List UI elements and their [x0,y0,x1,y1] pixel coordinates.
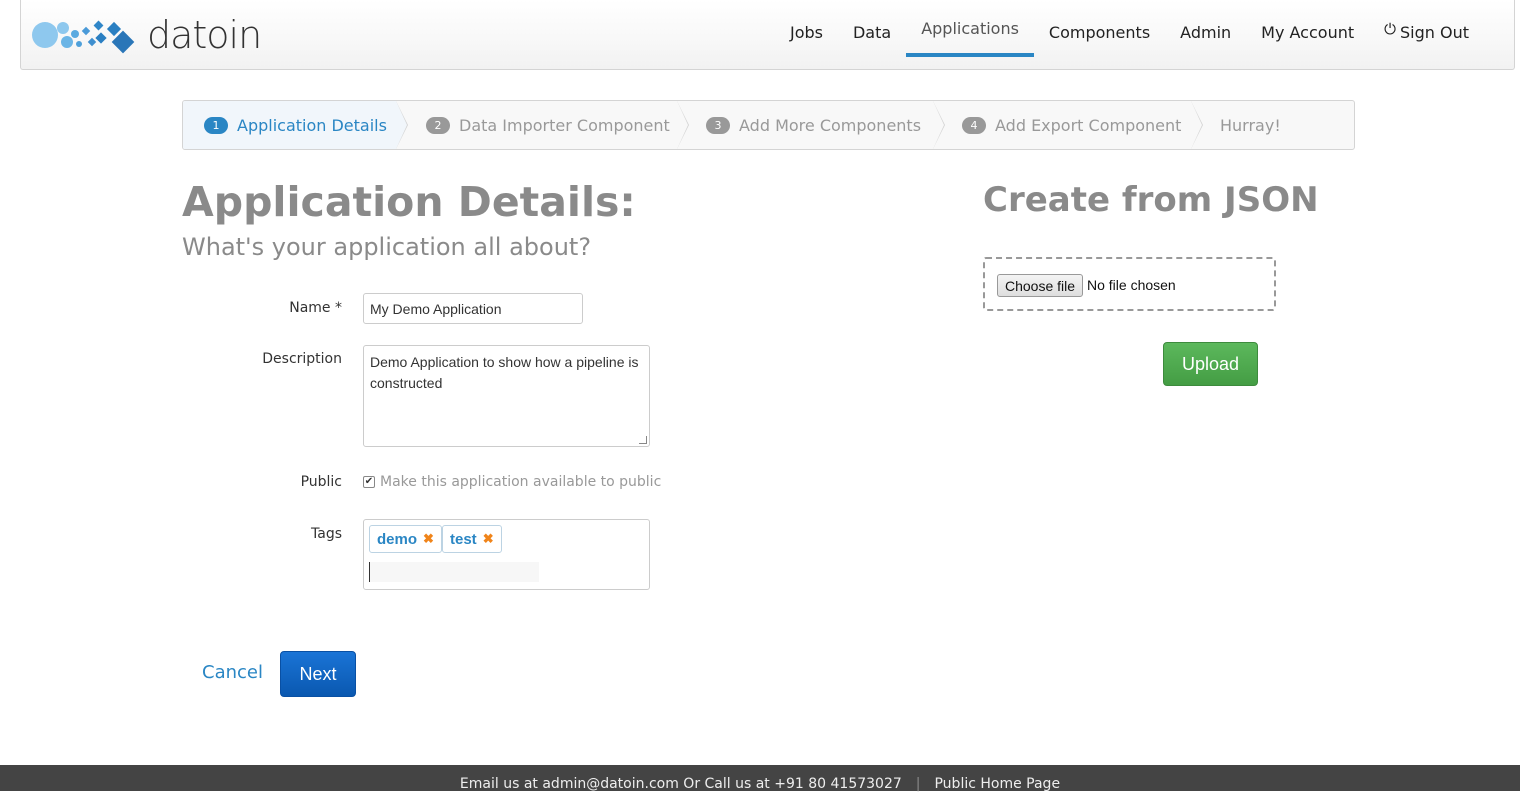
footer-separator: | [915,776,921,792]
tag-text-input[interactable] [369,562,539,582]
tag-label: demo [377,530,418,548]
upload-button[interactable]: Upload [1163,342,1258,386]
resize-handle-icon[interactable] [639,436,647,444]
wizard-steps: 1 Application Details 2 Data Importer Co… [182,100,1355,150]
step-label: Hurray! [1220,115,1281,135]
footer: Email us at admin@datoin.com Or Call us … [0,765,1520,792]
tags-label: Tags [311,526,342,542]
nav-item-label: Sign Out [1400,22,1469,42]
nav-item-admin[interactable]: Admin [1165,0,1246,64]
step-label: Application Details [237,115,387,135]
tag-label: test [450,530,477,548]
step-number-badge: 2 [426,116,450,134]
name-label: Name * [289,300,342,316]
nav-item-jobs[interactable]: Jobs [775,0,838,64]
file-status-text: No file chosen [1087,277,1176,293]
step-divider-arrow-inner [396,101,407,149]
tag-chip: demo ✖ [369,525,442,553]
step-label: Add Export Component [995,115,1182,135]
wizard-step-data-importer[interactable]: 2 Data Importer Component [396,101,689,149]
wizard-step-hurray[interactable]: Hurray! [1191,101,1354,149]
main-nav: Jobs Data Applications Components Admin … [775,0,1484,70]
footer-contact-text: Email us at admin@datoin.com Or Call us … [459,776,902,792]
top-navbar: datoin Jobs Data Applications Components… [20,0,1515,70]
nav-item-label: Jobs [789,22,823,42]
description-text: Demo Application to show how a pipeline … [370,354,639,391]
public-checkbox-label: Make this application available to publi… [380,474,662,490]
step-number-badge: 1 [204,116,228,134]
file-drop-zone[interactable]: Choose file No file chosen [983,257,1276,311]
remove-tag-icon[interactable]: ✖ [483,531,494,547]
nav-item-label: Components [1048,22,1151,42]
description-label: Description [262,351,342,367]
nav-item-label: Data [852,22,892,42]
page-subtitle: What's your application all about? [182,233,592,261]
nav-item-sign-out[interactable]: ⏻ Sign Out [1369,0,1484,64]
nav-item-components[interactable]: Components [1034,0,1165,64]
step-label: Add More Components [739,115,922,135]
tags-input-box[interactable]: demo ✖ test ✖ [363,519,650,590]
wizard-step-add-more-components[interactable]: 3 Add More Components [677,101,945,149]
wizard-step-application-details[interactable]: 1 Application Details [183,101,408,149]
description-textarea[interactable]: Demo Application to show how a pipeline … [363,345,650,447]
cancel-link[interactable]: Cancel [202,662,263,683]
name-input[interactable] [363,293,583,324]
nav-item-label: Applications [921,19,1019,38]
step-divider-arrow-inner [1191,101,1202,149]
wizard-step-add-export-component[interactable]: 4 Add Export Component [933,101,1203,149]
nav-item-applications[interactable]: Applications [906,0,1034,57]
step-label: Data Importer Component [459,115,670,135]
bubbles-diamonds-logo-icon [32,20,135,54]
choose-file-button[interactable]: Choose file [997,274,1084,297]
brand-logo[interactable]: datoin [31,12,262,58]
nav-item-my-account[interactable]: My Account [1246,0,1369,64]
step-divider-arrow-inner [677,101,688,149]
public-label: Public [300,474,342,490]
remove-tag-icon[interactable]: ✖ [423,531,434,547]
power-icon: ⏻ [1384,20,1396,38]
nav-item-label: Admin [1180,22,1232,42]
page-title: Application Details: [182,178,636,226]
step-number-badge: 3 [706,116,730,134]
brand-name: datoin [147,13,262,57]
tag-chip: test ✖ [442,525,502,553]
json-section-title: Create from JSON [983,180,1319,220]
step-divider-arrow-inner [933,101,944,149]
public-home-link[interactable]: Public Home Page [934,776,1060,792]
next-button[interactable]: Next [280,651,356,697]
nav-item-data[interactable]: Data [838,0,906,64]
public-checkbox[interactable]: ✔ [363,476,375,488]
step-number-badge: 4 [962,116,986,134]
nav-item-label: My Account [1261,22,1355,42]
